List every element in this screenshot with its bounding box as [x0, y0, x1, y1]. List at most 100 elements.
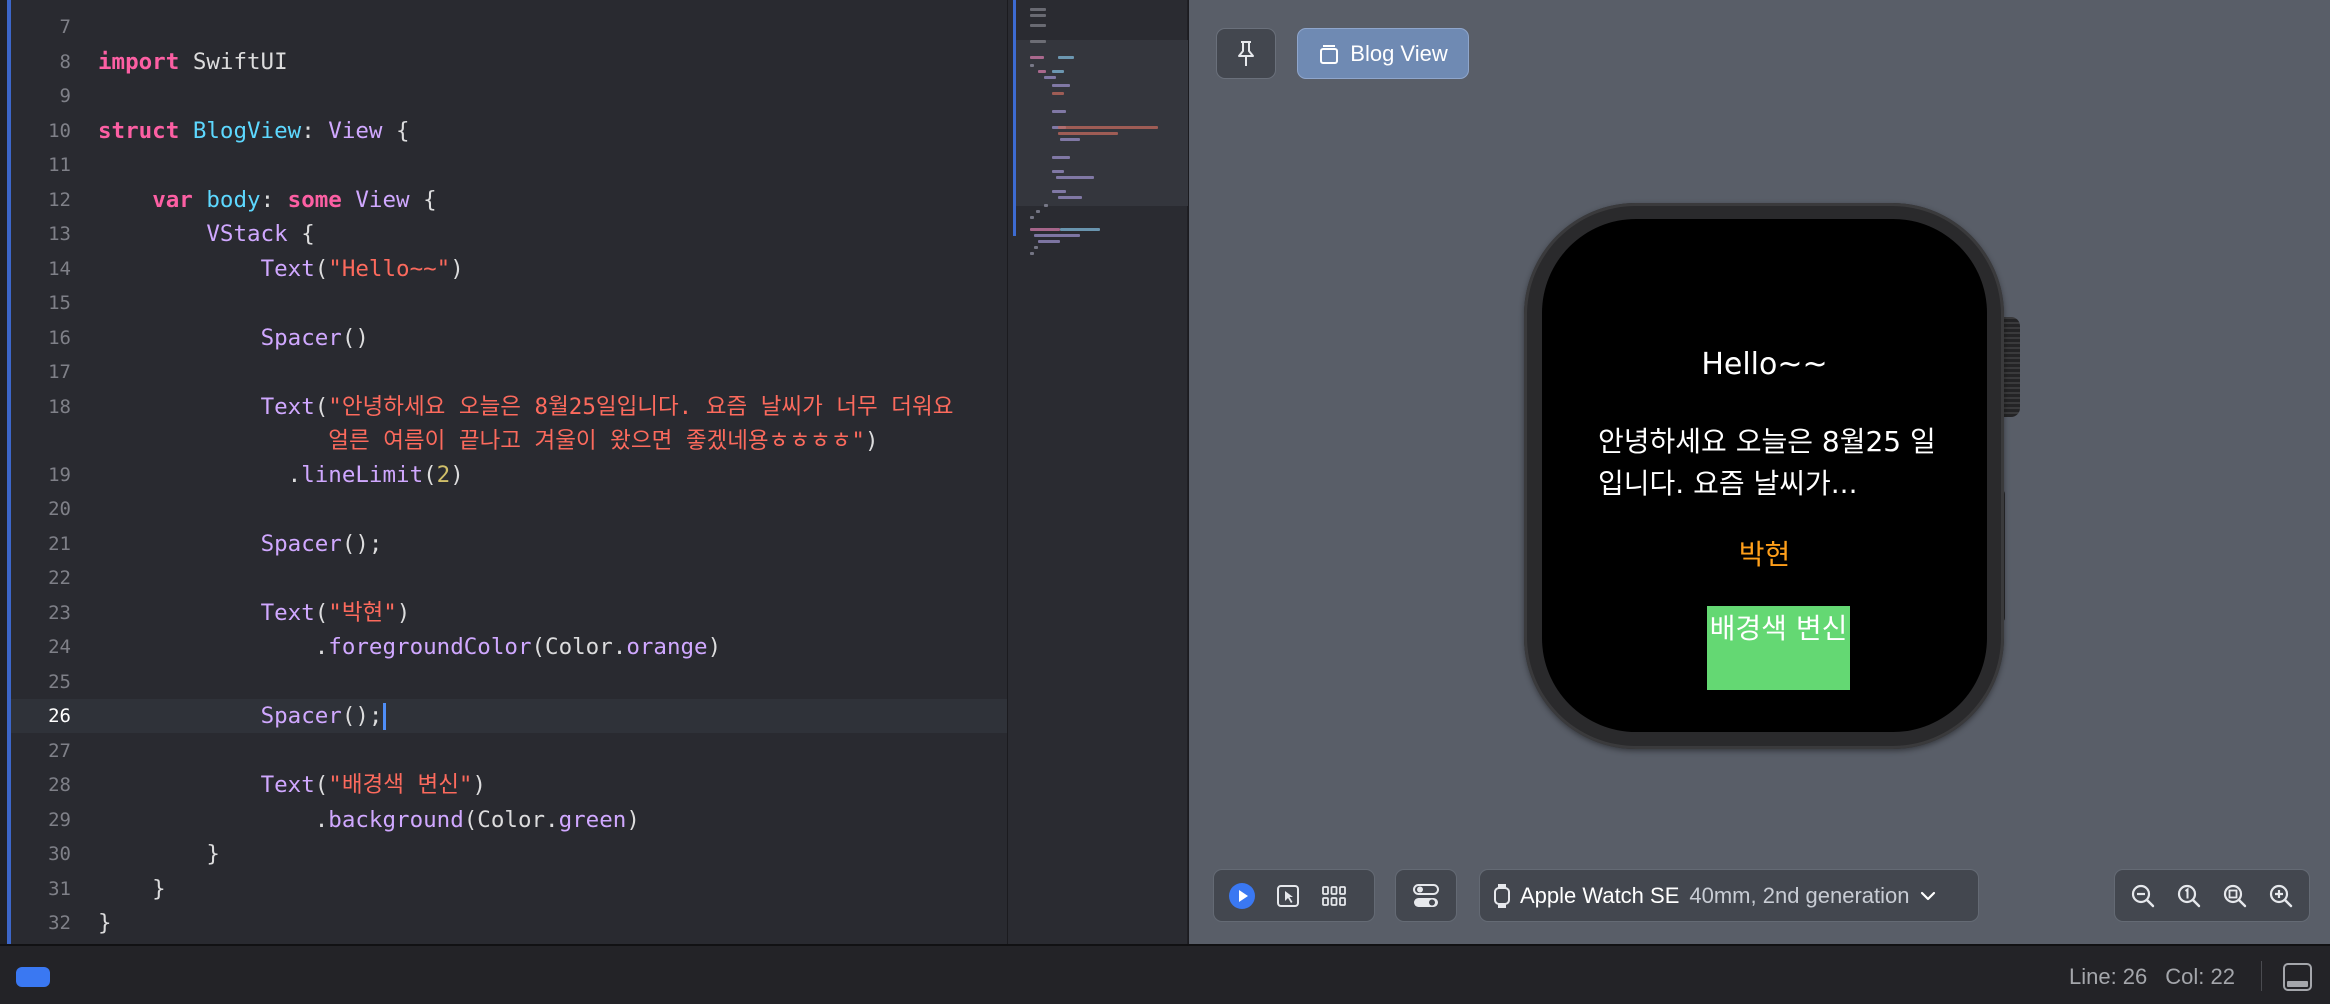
code-line[interactable]: 17	[11, 355, 1007, 389]
code-line[interactable]: 21 Spacer();	[11, 527, 1007, 561]
minimap-line	[1052, 84, 1070, 87]
line-number-gutter: 16	[48, 326, 71, 349]
minimap-line	[1058, 196, 1082, 199]
minimap-line	[1044, 76, 1056, 79]
selectable-mode-button[interactable]	[1268, 877, 1308, 915]
debug-area-indicator[interactable]	[16, 967, 50, 987]
watch-body-text: 안녕하세요 오늘은 8월25 일입니다. 요즘 날씨가...	[1598, 425, 1936, 500]
minimap-visible-region[interactable]	[1016, 40, 1188, 206]
code-text: VStack {	[206, 221, 315, 247]
code-line[interactable]: 22	[11, 561, 1007, 595]
code-editor[interactable]: 7 8 import SwiftUI 9 10 struct BlogView: View…	[0, 0, 1007, 944]
code-line[interactable]: 20	[11, 492, 1007, 526]
panel-toggle-icon[interactable]	[2283, 963, 2312, 991]
code-line[interactable]: 32}	[11, 906, 1007, 940]
minimap-line	[1052, 170, 1064, 173]
line-number-gutter: 29	[48, 808, 71, 831]
minimap-line	[1034, 246, 1038, 249]
code-line[interactable]: 31 }	[11, 872, 1007, 906]
zoom-out-button[interactable]	[2123, 877, 2163, 915]
minimap-line	[1038, 240, 1060, 243]
minimap-line	[1030, 40, 1046, 43]
code-lines[interactable]: 7 8 import SwiftUI 9 10 struct BlogView: View…	[11, 0, 1007, 944]
minimap-line	[1052, 156, 1070, 159]
line-number-gutter: 20	[48, 498, 71, 520]
zoom-fit-button[interactable]	[2215, 877, 2255, 915]
status-bar: Line: 26 Col: 22	[0, 944, 2330, 1004]
text-cursor	[383, 703, 387, 730]
code-line[interactable]: 23 Text("박현")	[11, 596, 1007, 630]
code-line[interactable]: 11	[11, 148, 1007, 182]
line-number-gutter: 7	[59, 16, 71, 38]
device-meta: 40mm, 2nd generation	[1689, 882, 1910, 908]
code-line[interactable]: 18 Text("안녕하세요 오늘은 8월25일입니다. 요즘 날씨가 너무 더…	[11, 390, 1007, 424]
code-text: Spacer()	[260, 324, 369, 351]
code-line[interactable]: 15	[11, 286, 1007, 320]
device-name: Apple Watch SE	[1520, 882, 1680, 908]
live-mode-button[interactable]	[1222, 877, 1262, 915]
code-line[interactable]: 25	[11, 665, 1007, 699]
line-number-gutter: 30	[48, 843, 71, 865]
code-line[interactable]: 26 Spacer();	[11, 699, 1007, 733]
minimap-line	[1052, 110, 1066, 113]
watch-icon	[1494, 883, 1510, 908]
code-line[interactable]: 16 Spacer()	[11, 321, 1007, 355]
minimap-line	[1060, 228, 1100, 231]
variants-mode-button[interactable]	[1314, 877, 1354, 915]
code-line[interactable]: 얼른 여름이 끝나고 겨울이 왔으면 좋겠네용ㅎㅎㅎㅎ")	[11, 424, 1007, 458]
code-line[interactable]: 7	[11, 10, 1007, 44]
minimap-line	[1058, 56, 1074, 59]
line-number-gutter: 25	[48, 670, 71, 693]
code-line[interactable]: 14 Text("Hello~~")	[11, 252, 1007, 286]
device-picker[interactable]: Apple Watch SE 40mm, 2nd generation	[1479, 869, 1979, 922]
code-text: Spacer();	[260, 530, 383, 557]
code-line[interactable]: 28 Text("배경색 변신")	[11, 768, 1007, 802]
minimap-line	[1030, 216, 1034, 219]
chevron-down-icon	[1920, 891, 1935, 900]
code-text: }	[98, 841, 220, 867]
code-line[interactable]: 12 var body: some View {	[11, 183, 1007, 217]
line-number-gutter: 32	[48, 912, 71, 934]
code-line[interactable]: 19 .lineLimit(2)	[11, 458, 1007, 492]
grid-icon	[1322, 885, 1346, 906]
code-line[interactable]: 8 import SwiftUI	[11, 45, 1007, 79]
minimap[interactable]	[1007, 0, 1188, 944]
code-line[interactable]: 9	[11, 79, 1007, 113]
code-text: Text("박현")	[260, 599, 411, 626]
device-settings-button[interactable]	[1406, 877, 1446, 915]
zoom-controls	[2114, 869, 2310, 922]
minimap-line	[1036, 210, 1040, 213]
line-number-gutter: 8	[59, 50, 71, 73]
pin-button[interactable]	[1216, 28, 1276, 79]
line-number-gutter: 26	[48, 705, 71, 727]
zoom-in-icon	[2269, 884, 2293, 907]
code-line[interactable]: 10 struct BlogView: View {	[11, 114, 1007, 148]
minimap-line	[1060, 138, 1080, 141]
code-text: Spacer();	[98, 699, 387, 733]
line-number-gutter: 19	[48, 463, 71, 486]
blog-view-button[interactable]: Blog View	[1297, 28, 1469, 79]
minimap-line	[1052, 70, 1064, 73]
zoom-in-button[interactable]	[2261, 877, 2301, 915]
watch-screen[interactable]: Hello~~ 안녕하세요 오늘은 8월25 일입니다. 요즘 날씨가... 박…	[1542, 219, 1987, 732]
minimap-line	[1030, 24, 1046, 27]
line-number-gutter: 31	[48, 877, 71, 900]
cursor-position: Line: 26 Col: 22	[2069, 964, 2235, 990]
device-settings-group	[1395, 869, 1457, 922]
code-line[interactable]: 27	[11, 734, 1007, 768]
preview-canvas: Blog View Hello~~ 안녕하세요 오늘은 8월25 일입니다. 요…	[1188, 0, 2330, 944]
code-line[interactable]: 13 VStack {	[11, 217, 1007, 251]
code-line[interactable]: 30 }	[11, 837, 1007, 871]
code-text: .background(Color.green)	[98, 806, 640, 833]
blog-view-label: Blog View	[1350, 40, 1448, 66]
code-text: }	[98, 910, 112, 936]
code-line[interactable]: 24 .foregroundColor(Color.orange)	[11, 630, 1007, 664]
line-number-gutter: 21	[48, 532, 71, 555]
code-text: Text("Hello~~")	[260, 255, 464, 282]
code-line[interactable]: 29 .background(Color.green)	[11, 803, 1007, 837]
zoom-fit-icon	[2223, 884, 2247, 907]
zoom-actual-size-button[interactable]	[2169, 877, 2209, 915]
minimap-line	[1030, 252, 1034, 255]
preview-mode-group	[1213, 869, 1375, 922]
watch-name-text: 박현	[1738, 538, 1791, 571]
